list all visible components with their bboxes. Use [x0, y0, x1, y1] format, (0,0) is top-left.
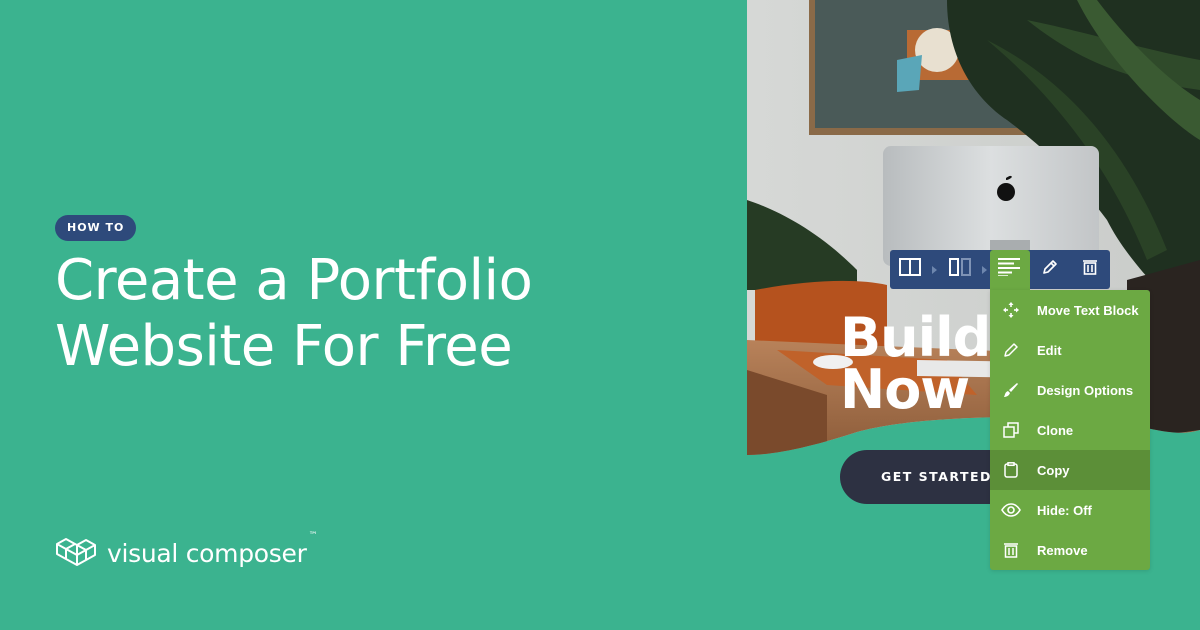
column-layout-button[interactable] [940, 250, 980, 289]
menu-item-label: Design Options [1037, 382, 1134, 398]
pencil-icon [990, 342, 1037, 358]
brand-logo: visual composer™ [55, 531, 318, 572]
text-block-button[interactable] [990, 250, 1030, 289]
clipboard-icon [990, 462, 1037, 478]
column-layout-icon [949, 258, 971, 281]
menu-item-remove[interactable]: Remove [990, 530, 1150, 570]
element-context-menu: Move Text Block Edit Design Options Clon… [990, 290, 1150, 570]
preview-hero-heading: Build Now [840, 311, 991, 417]
breadcrumb-chevron-icon [930, 265, 940, 274]
row-layout-button[interactable] [890, 250, 930, 289]
move-icon [990, 302, 1037, 318]
title-line-2: Website For Free [55, 314, 513, 379]
cube-logo-icon [55, 535, 99, 572]
promo-panel: HOW TO Create a Portfolio Website For Fr… [0, 0, 740, 630]
title-line-1: Create a Portfolio [55, 248, 533, 313]
brand-name-text: visual composer [107, 539, 307, 568]
how-to-badge: HOW TO [55, 215, 137, 241]
menu-item-design-options[interactable]: Design Options [990, 370, 1150, 410]
menu-item-edit[interactable]: Edit [990, 330, 1150, 370]
hero-line-2: Now [840, 358, 970, 421]
brand-name: visual composer™ [107, 531, 318, 568]
clone-icon [990, 422, 1037, 438]
menu-item-label: Clone [1037, 422, 1074, 438]
menu-item-label: Copy [1037, 462, 1070, 478]
menu-item-copy[interactable]: Copy [990, 450, 1150, 490]
menu-item-label: Move Text Block [1037, 302, 1139, 318]
trash-icon [1082, 259, 1098, 280]
menu-item-label: Edit [1037, 342, 1062, 358]
page-title: Create a Portfolio Website For Free [55, 248, 533, 380]
brush-icon [990, 382, 1037, 398]
eye-icon [990, 503, 1037, 517]
row-layout-icon [899, 258, 921, 281]
edit-button[interactable] [1030, 250, 1070, 289]
delete-button[interactable] [1070, 250, 1110, 289]
menu-item-hide[interactable]: Hide: Off [990, 490, 1150, 530]
element-toolbar [890, 250, 1110, 295]
trademark: ™ [308, 531, 318, 541]
trash-icon [990, 542, 1037, 558]
text-block-icon [998, 258, 1022, 281]
menu-item-label: Hide: Off [1037, 502, 1092, 518]
breadcrumb-chevron-icon [980, 265, 990, 274]
menu-item-clone[interactable]: Clone [990, 410, 1150, 450]
menu-item-label: Remove [1037, 542, 1088, 558]
pencil-icon [1042, 259, 1058, 280]
menu-item-move[interactable]: Move Text Block [990, 290, 1150, 330]
